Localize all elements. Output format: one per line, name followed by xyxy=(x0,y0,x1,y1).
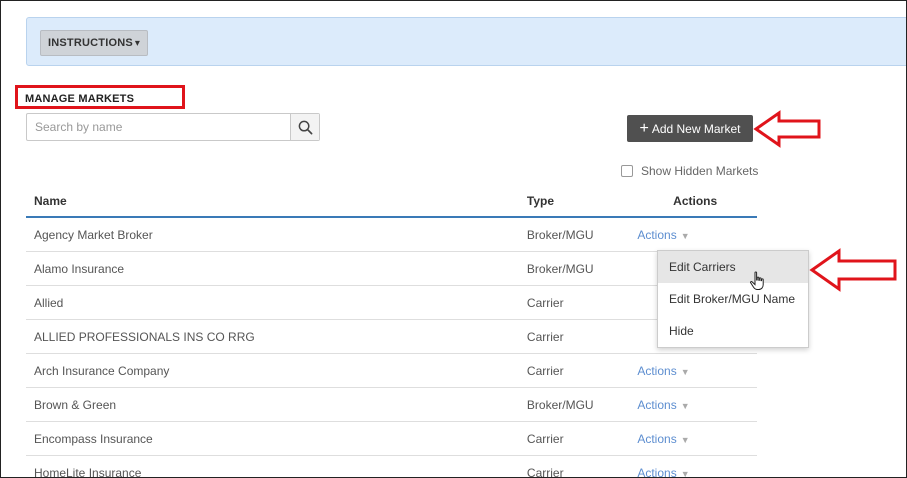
market-type-cell: Carrier xyxy=(518,455,626,477)
table-row: Alamo Insurance Broker/MGU xyxy=(26,251,757,286)
annotation-arrow-edit-carriers-icon xyxy=(809,248,897,292)
actions-cell: Actions ▼ xyxy=(625,387,757,422)
table-row: Allied Carrier xyxy=(26,285,757,320)
search-input[interactable] xyxy=(27,114,290,140)
actions-label: Actions xyxy=(637,465,677,478)
search-box xyxy=(26,113,320,141)
table-header-row: Name Type Actions xyxy=(26,186,757,218)
market-type-cell: Carrier xyxy=(518,285,626,320)
table-row: HomeLite Insurance Carrier Actions ▼ xyxy=(26,455,757,478)
menu-item-edit-carriers[interactable]: Edit Carriers xyxy=(658,251,808,283)
table-row: ALLIED PROFESSIONALS INS CO RRG Carrier xyxy=(26,319,757,354)
caret-down-icon: ▼ xyxy=(680,400,690,411)
add-new-market-label: Add New Market xyxy=(651,121,741,136)
menu-item-hide[interactable]: Hide xyxy=(658,315,808,347)
market-name-cell: ALLIED PROFESSIONALS INS CO RRG xyxy=(26,319,519,354)
actions-dropdown-toggle[interactable]: Actions ▼ xyxy=(633,228,689,242)
actions-cell: Actions ▼ xyxy=(625,421,757,456)
page-title: MANAGE MARKETS xyxy=(25,93,135,105)
actions-cell: Actions ▼ xyxy=(625,217,757,252)
plus-icon: + xyxy=(639,119,649,137)
search-icon xyxy=(298,120,312,134)
actions-cell: Actions ▼ xyxy=(625,455,757,478)
actions-label: Actions xyxy=(637,227,677,242)
hand-pointer-cursor-icon xyxy=(750,271,764,290)
show-hidden-label: Show Hidden Markets xyxy=(641,164,759,178)
table-row: Arch Insurance Company Carrier Actions ▼ xyxy=(26,353,757,388)
caret-down-icon: ▼ xyxy=(680,366,690,377)
instructions-bar: INSTRUCTIONS ▾ xyxy=(26,17,906,66)
actions-cell: Actions ▼ xyxy=(625,353,757,388)
market-type-cell: Broker/MGU xyxy=(518,217,626,252)
actions-dropdown-toggle[interactable]: Actions ▼ xyxy=(633,432,689,446)
table-row: Agency Market Broker Broker/MGU Actions ▼ xyxy=(26,217,757,252)
caret-down-icon: ▼ xyxy=(680,434,690,445)
market-name-cell: Agency Market Broker xyxy=(26,217,519,252)
caret-down-icon: ▼ xyxy=(680,230,690,241)
actions-dropdown-toggle[interactable]: Actions ▼ xyxy=(633,466,689,478)
caret-down-icon: ▼ xyxy=(680,468,690,478)
column-header-name[interactable]: Name xyxy=(26,186,519,218)
actions-label: Actions xyxy=(637,431,677,446)
instructions-label: INSTRUCTIONS xyxy=(48,37,133,49)
market-type-cell: Broker/MGU xyxy=(518,387,626,422)
market-name-cell: Allied xyxy=(26,285,519,320)
app-frame: INSTRUCTIONS▾ MANAGE MARKETS + Add New M… xyxy=(0,0,907,478)
market-type-cell: Broker/MGU xyxy=(518,251,626,286)
instructions-toggle-button[interactable]: INSTRUCTIONS ▾ xyxy=(40,30,149,56)
actions-label: Actions xyxy=(637,397,677,412)
market-name-cell: Alamo Insurance xyxy=(26,251,519,286)
market-type-cell: Carrier xyxy=(518,353,626,388)
menu-item-edit-broker-mgu-name[interactable]: Edit Broker/MGU Name xyxy=(658,283,808,315)
markets-table: Name Type Actions Agency Market Broker B… xyxy=(26,186,757,478)
table-row: Brown & Green Broker/MGU Actions ▼ xyxy=(26,387,757,422)
market-name-cell: Arch Insurance Company xyxy=(26,353,519,388)
market-name-cell: Brown & Green xyxy=(26,387,519,422)
market-type-cell: Carrier xyxy=(518,421,626,456)
chevron-down-icon: ▾ xyxy=(134,38,141,49)
show-hidden-checkbox[interactable] xyxy=(621,165,633,177)
actions-label: Actions xyxy=(637,363,677,378)
market-name-cell: Encompass Insurance xyxy=(26,421,519,456)
actions-dropdown-toggle[interactable]: Actions ▼ xyxy=(633,364,689,378)
column-header-type[interactable]: Type xyxy=(518,186,626,218)
show-hidden-markets-toggle[interactable]: Show Hidden Markets xyxy=(621,164,758,178)
actions-dropdown-toggle[interactable]: Actions ▼ xyxy=(633,398,689,412)
market-type-cell: Carrier xyxy=(518,319,626,354)
annotation-arrow-add-icon xyxy=(753,110,821,148)
search-button[interactable] xyxy=(290,114,319,140)
actions-dropdown-menu: Edit Carriers Edit Broker/MGU Name Hide xyxy=(657,250,809,348)
table-row: Encompass Insurance Carrier Actions ▼ xyxy=(26,421,757,456)
column-header-actions: Actions xyxy=(625,186,757,218)
market-name-cell: HomeLite Insurance xyxy=(26,455,519,477)
add-new-market-button[interactable]: + Add New Market xyxy=(627,115,753,142)
